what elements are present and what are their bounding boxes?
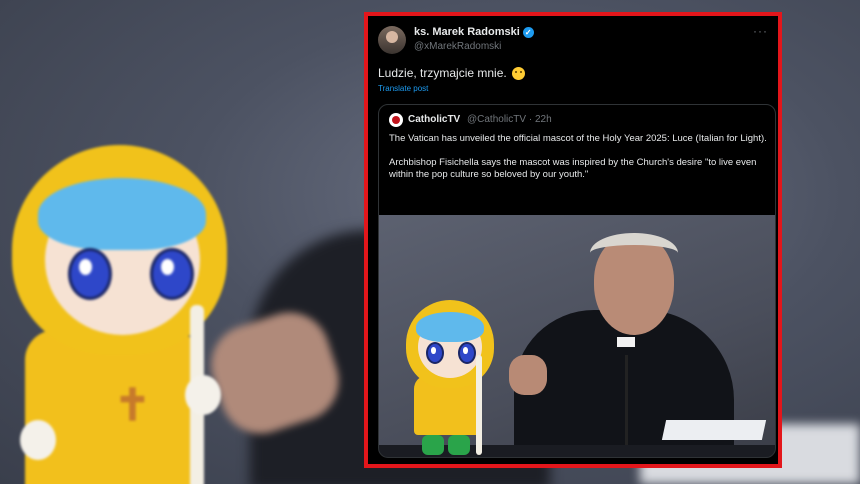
author-name-text[interactable]: ks. Marek Radomski: [414, 26, 520, 38]
avatar[interactable]: [378, 26, 406, 54]
author-handle[interactable]: @xMarekRadomski: [414, 41, 501, 52]
mascot-boot: [422, 435, 444, 455]
slightly-frowning-face-icon: [512, 67, 526, 81]
mascot-right-eye: [150, 248, 194, 300]
quote-author-name[interactable]: CatholicTV: [408, 114, 460, 125]
translate-post-link[interactable]: Translate post: [378, 84, 428, 93]
mascot-staff: [476, 355, 482, 455]
mascot-right-eye: [458, 342, 476, 364]
tweet-text-content: Ludzie, trzymajcie mnie.: [378, 66, 507, 80]
papers: [661, 420, 767, 440]
tweet-text: Ludzie, trzymajcie mnie.: [378, 66, 526, 81]
author-name[interactable]: ks. Marek Radomski ✓: [414, 26, 534, 38]
priest-hair: [590, 233, 678, 273]
more-options-icon[interactable]: ···: [753, 24, 768, 38]
tweet-card[interactable]: ks. Marek Radomski ✓ @xMarekRadomski ··· …: [364, 12, 782, 468]
mascot-boot: [448, 435, 470, 455]
priest-hand: [509, 355, 547, 395]
quote-text: The Vatican has unveiled the official ma…: [389, 133, 767, 193]
mascot-hair: [416, 312, 484, 342]
mascot-hair: [38, 178, 206, 250]
quoted-tweet[interactable]: CatholicTV @CatholicTV · 22h The Vatican…: [378, 104, 776, 458]
quote-author-handle[interactable]: @CatholicTV · 22h: [467, 114, 552, 125]
mascot-left-eye: [426, 342, 444, 364]
catholictv-logo-icon[interactable]: [389, 113, 403, 127]
quote-photo[interactable]: [379, 215, 775, 457]
mascot-glove-left: [20, 420, 56, 460]
luce-mascot-small: [404, 290, 504, 457]
microphone: [625, 355, 628, 450]
luce-mascot-figure: ✝: [0, 0, 260, 484]
cross-icon: ✝: [114, 381, 151, 430]
clerical-collar: [617, 337, 635, 347]
verified-badge-icon: ✓: [522, 26, 534, 38]
tweet-header: ks. Marek Radomski ✓ @xMarekRadomski ···: [378, 24, 768, 62]
quote-paragraph: Archbishop Fisichella says the mascot wa…: [389, 157, 757, 180]
mascot-left-eye: [68, 248, 112, 300]
mascot-glove-right: [185, 375, 221, 415]
quote-header: CatholicTV @CatholicTV · 22h: [389, 113, 765, 127]
quote-paragraph: The Vatican has unveiled the official ma…: [389, 133, 767, 144]
